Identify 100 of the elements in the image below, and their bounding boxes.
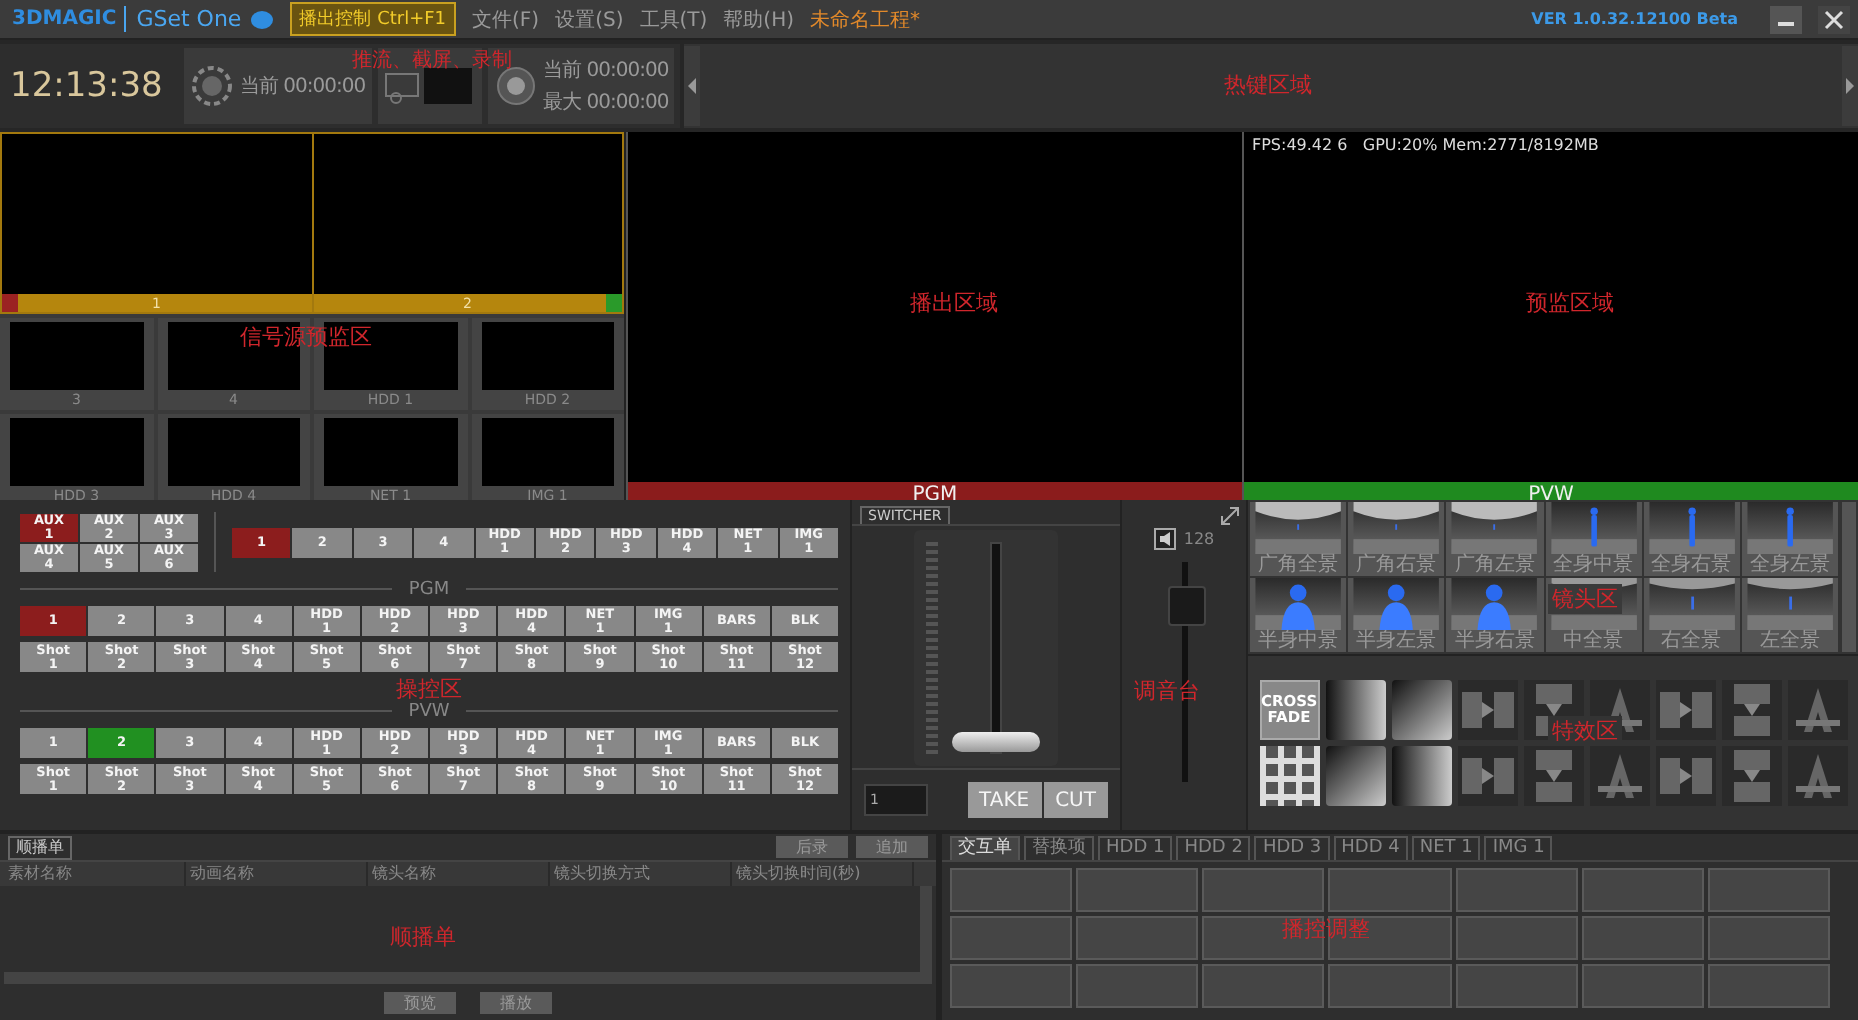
gradient-icon[interactable] xyxy=(1391,746,1451,806)
grid-cell[interactable] xyxy=(950,964,1073,1008)
menu-item[interactable]: 帮助(H) xyxy=(723,5,794,33)
grid-cell[interactable] xyxy=(1455,868,1578,912)
fader-handle[interactable] xyxy=(1167,585,1205,626)
grid-cell[interactable] xyxy=(1707,964,1830,1008)
grid-cell[interactable] xyxy=(1455,916,1578,960)
grid-cell[interactable] xyxy=(1328,964,1452,1008)
footer-button[interactable]: 播放 xyxy=(480,991,552,1013)
menu-item[interactable]: 工具(T) xyxy=(639,5,708,33)
logo-text: 3DMAGIC xyxy=(12,8,117,30)
wipe-icon[interactable] xyxy=(1787,746,1847,806)
grid-cell[interactable] xyxy=(1328,916,1452,960)
left-arrow-button[interactable] xyxy=(684,46,700,126)
wipe-icon[interactable] xyxy=(1457,680,1517,740)
grid-cell[interactable] xyxy=(1328,868,1452,912)
thumbnail-screen xyxy=(423,68,472,104)
tbar-handle[interactable] xyxy=(952,731,1040,751)
annotation-text: 信号源预监区 xyxy=(240,322,372,352)
toolbar-button[interactable]: 后录 xyxy=(776,836,848,858)
annotation-text: 调音台 xyxy=(1134,676,1200,706)
audio-icon[interactable] xyxy=(1153,528,1176,550)
gradient-icon[interactable] xyxy=(1325,680,1385,740)
grid-cell[interactable] xyxy=(1581,916,1704,960)
time-text: 当前 00:00:00 xyxy=(240,73,366,100)
shot-button[interactable]: 全身左景 xyxy=(1741,502,1838,576)
shot-button[interactable]: 半身左景 xyxy=(1348,578,1445,652)
gradient-icon[interactable] xyxy=(1391,680,1451,740)
grid-cell[interactable] xyxy=(950,916,1073,960)
wipe-icon[interactable] xyxy=(1721,746,1781,806)
shot-button[interactable]: 左全景 xyxy=(1741,578,1838,652)
grid-cell[interactable] xyxy=(950,868,1073,912)
noise-icon[interactable] xyxy=(1259,746,1319,806)
switch-button[interactable]: CUT xyxy=(1043,782,1108,818)
close-button[interactable] xyxy=(1818,5,1850,33)
version-label: VER 1.0.32.12100 Beta xyxy=(1531,10,1738,28)
annotation-text: 热键区域 xyxy=(1224,70,1313,100)
shot-button[interactable]: 广角左景 xyxy=(1446,502,1543,576)
tab[interactable]: 交互单 xyxy=(950,836,1020,860)
shot-button[interactable]: 半身中景 xyxy=(1250,578,1347,652)
expand-icon[interactable] xyxy=(1220,506,1240,526)
monitor-screen[interactable] xyxy=(324,322,457,390)
footer-button[interactable]: 预览 xyxy=(384,991,456,1013)
tab[interactable]: IMG 1 xyxy=(1484,836,1553,860)
menu-item[interactable]: 文件(F) xyxy=(472,5,540,33)
switch-button[interactable]: TAKE xyxy=(967,782,1042,818)
grid-cell[interactable] xyxy=(1076,916,1199,960)
shot-button[interactable]: 全身中景 xyxy=(1545,502,1642,576)
film-icon xyxy=(383,68,420,104)
shot-button[interactable]: 广角右景 xyxy=(1348,502,1445,576)
wipe-icon[interactable] xyxy=(1523,746,1583,806)
annotation-text: 预监区域 xyxy=(1526,288,1615,318)
grid-cell[interactable] xyxy=(1076,868,1199,912)
shot-button[interactable]: 半身右景 xyxy=(1446,578,1543,652)
grid-cell[interactable] xyxy=(1707,868,1830,912)
project-name: 未命名工程* xyxy=(810,7,920,33)
time-text: 当前 00:00:00 xyxy=(543,57,669,84)
wipe-icon[interactable] xyxy=(1787,680,1847,740)
shot-button[interactable]: 广角全景 xyxy=(1250,502,1347,576)
tab[interactable]: HDD 4 xyxy=(1333,836,1408,860)
wipe-icon[interactable] xyxy=(1721,680,1781,740)
minimize-button[interactable] xyxy=(1770,5,1802,33)
grid-cell[interactable] xyxy=(1202,916,1325,960)
annotation-text: 播控调整 xyxy=(1282,914,1370,944)
grid-cell[interactable] xyxy=(1202,868,1325,912)
gradient-icon[interactable] xyxy=(1325,746,1385,806)
annotation-text: 顺播单 xyxy=(390,922,456,952)
scrollbar[interactable] xyxy=(1842,502,1856,652)
wipe-icon[interactable] xyxy=(1589,746,1649,806)
tab[interactable]: HDD 2 xyxy=(1176,836,1251,860)
annotation-text: 操控区 xyxy=(396,678,462,702)
annotation-text: 特效区 xyxy=(1548,716,1622,746)
toolbar-button[interactable]: 追加 xyxy=(856,836,928,858)
tab[interactable]: HDD 1 xyxy=(1098,836,1173,860)
logo-icon xyxy=(249,9,274,29)
annotation-text: 推流、截屏、录制 xyxy=(352,47,512,74)
time-text: 最大 00:00:00 xyxy=(543,89,669,116)
tab[interactable]: NET 1 xyxy=(1411,836,1481,860)
wipe-icon[interactable] xyxy=(1655,746,1715,806)
grid-cell[interactable] xyxy=(1202,964,1325,1008)
playlist-tab[interactable]: 顺播单 xyxy=(8,835,72,859)
tab[interactable]: 替换项 xyxy=(1024,836,1094,860)
menu-item[interactable]: 设置(S) xyxy=(555,5,624,33)
grid-cell[interactable] xyxy=(1581,964,1704,1008)
grid-cell[interactable] xyxy=(1076,964,1199,1008)
volume-value: 128 xyxy=(1183,530,1215,548)
wipe-icon[interactable] xyxy=(1457,746,1517,806)
annotation-text: 镜头区 xyxy=(1548,584,1622,614)
globe-icon xyxy=(190,64,234,108)
wipe-icon[interactable] xyxy=(1655,680,1715,740)
grid-cell[interactable] xyxy=(1707,916,1830,960)
right-arrow-button[interactable] xyxy=(1842,46,1858,126)
clock-text: 12:13:38 xyxy=(10,66,165,106)
shot-button[interactable]: 右全景 xyxy=(1643,578,1740,652)
stats-text: FPS:49.42 6 GPU:20% Mem:2771/8192MB xyxy=(1252,136,1599,154)
grid-cell[interactable] xyxy=(1455,964,1578,1008)
mode-button[interactable]: 播出控制 Ctrl+F1 xyxy=(289,2,457,36)
tab[interactable]: HDD 3 xyxy=(1254,836,1330,860)
grid-cell[interactable] xyxy=(1581,868,1704,912)
shot-button[interactable]: 全身右景 xyxy=(1643,502,1740,576)
